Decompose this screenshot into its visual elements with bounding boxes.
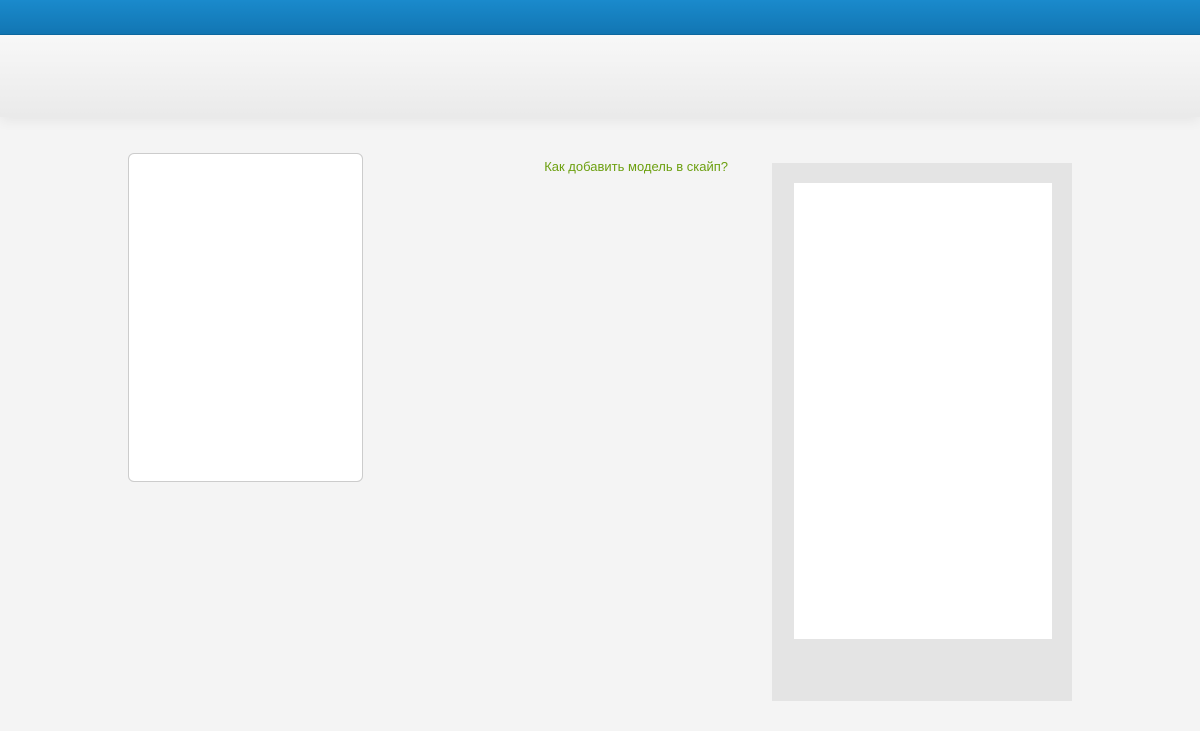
help-link-add-model[interactable]: Как добавить модель в скайп? (544, 159, 728, 174)
sidebar-inner-panel (794, 183, 1052, 639)
navigation-bar (0, 35, 1200, 117)
left-column: Как добавить модель в скайп? (128, 153, 730, 482)
content-area: Как добавить модель в скайп? (0, 117, 1200, 701)
right-column (772, 163, 1072, 701)
top-header-bar (0, 0, 1200, 35)
sidebar-box (772, 163, 1072, 701)
profile-card (128, 153, 363, 482)
